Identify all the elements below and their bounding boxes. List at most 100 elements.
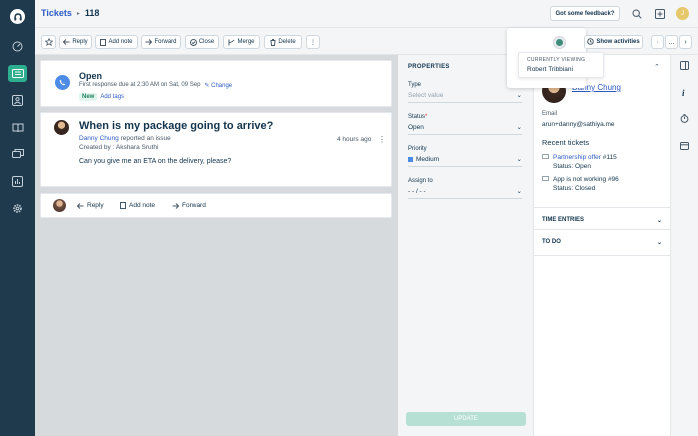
add-note-button[interactable]: Add note	[95, 35, 138, 49]
reply-bar-add-note-button[interactable]: Add note	[120, 202, 155, 209]
knowledge-base-icon[interactable]	[8, 119, 27, 136]
reply-bar-forward-button[interactable]: Forward	[172, 202, 206, 209]
update-button[interactable]: UPDATE	[406, 412, 526, 426]
recent-ticket-title[interactable]: Partnership offer	[553, 154, 601, 161]
properties-panel: PROPERTIES Type Select value ⌄ Status* Op…	[398, 55, 534, 436]
show-activities-button[interactable]: Show activities	[584, 35, 643, 49]
ticket-menu-button[interactable]: …	[665, 35, 678, 49]
check-circle-icon	[189, 38, 197, 46]
todo-section[interactable]: TO DO ⌄	[534, 229, 670, 256]
forward-button[interactable]: Forward	[141, 35, 181, 49]
recent-ticket-id: #96	[607, 176, 619, 183]
reply-icon	[63, 39, 70, 45]
add-note-label: Add note	[108, 39, 133, 45]
time-entries-label: TIME ENTRIES	[542, 217, 585, 223]
due-info: First response due at 2:30 AM on Sat, 09…	[79, 82, 232, 89]
recent-ticket-item[interactable]: Partnership offer #115 Status: Open	[542, 154, 617, 170]
message-body: Can you give me an ETA on the delivery, …	[79, 158, 232, 165]
reported-text: reported an issue	[120, 135, 171, 142]
type-field[interactable]: Type Select value ⌄	[408, 82, 522, 103]
currently-viewing-label: CURRENTLY VIEWING	[527, 57, 586, 63]
requester-avatar	[54, 120, 69, 135]
breadcrumb-tickets-link[interactable]: Tickets	[41, 8, 72, 18]
recent-ticket-item[interactable]: App is not working #96 Status: Closed	[542, 176, 619, 192]
new-item-plus-icon[interactable]	[653, 7, 666, 20]
status-field[interactable]: Status* Open ⌄	[408, 114, 522, 135]
contact-email: arun+danny@sathiya.me	[542, 121, 615, 128]
currently-viewing-popover: CURRENTLY VIEWING Robert Tribbiani	[507, 28, 604, 88]
reply-bar-reply-label: Reply	[87, 202, 104, 209]
collapse-panel-icon[interactable]	[680, 61, 689, 72]
close-label: Close	[198, 39, 215, 45]
ticket-subject: When is my package going to arrive?	[79, 120, 274, 132]
ticket-message-card: When is my package going to arrive? Dann…	[40, 112, 392, 187]
priority-color-square	[408, 156, 413, 162]
feedback-button[interactable]: Got some feedback?	[550, 6, 620, 21]
agent-avatar	[53, 199, 66, 212]
reply-button[interactable]: Reply	[59, 35, 92, 49]
priority-select[interactable]: Medium	[416, 156, 439, 163]
dashboard-icon[interactable]	[8, 38, 27, 55]
breadcrumb-separator: ▸	[76, 10, 80, 17]
email-label: Email	[542, 111, 558, 117]
info-icon[interactable]: i	[682, 88, 685, 98]
collapse-chevron-up-icon[interactable]: ⌃	[654, 63, 660, 71]
assign-field[interactable]: Assign to - - / - - ⌄	[408, 178, 522, 199]
add-tags-link[interactable]: Add tags	[100, 94, 124, 100]
forward-label: Forward	[154, 39, 177, 45]
priority-label: Priority	[408, 146, 427, 152]
priority-field[interactable]: Priority Medium ⌄	[408, 146, 522, 167]
created-by: Created by : Akshara Sruthi	[79, 144, 159, 151]
chevron-down-icon: ⌄	[656, 218, 662, 224]
merge-icon	[228, 39, 235, 46]
timer-icon[interactable]	[680, 114, 689, 125]
phone-icon	[55, 75, 70, 90]
search-icon[interactable]	[630, 7, 643, 20]
conversations-icon[interactable]	[8, 146, 27, 163]
calendar-icon[interactable]	[680, 141, 689, 152]
right-sidebar: i	[670, 55, 698, 436]
user-avatar[interactable]: J	[676, 7, 689, 20]
assign-select[interactable]: - - / - -	[408, 188, 426, 195]
next-ticket-button[interactable]: ›	[679, 35, 692, 49]
merge-label: Merge	[237, 39, 255, 45]
app-logo-icon[interactable]	[10, 9, 25, 24]
note-icon	[100, 38, 107, 46]
type-select[interactable]: Select value	[408, 92, 443, 99]
settings-gear-icon[interactable]	[8, 200, 27, 217]
more-actions-button[interactable]: ⋮	[306, 35, 320, 49]
tags-row: New Add tags	[79, 93, 124, 101]
reply-bar-forward-label: Forward	[182, 202, 206, 209]
viewer-card: CURRENTLY VIEWING Robert Tribbiani	[518, 52, 604, 78]
recent-ticket-status: Status: Closed	[553, 185, 596, 192]
star-button[interactable]	[41, 35, 56, 49]
status-badge: New	[79, 93, 98, 101]
viewer-name: Robert Tribbiani	[527, 66, 573, 73]
delete-button[interactable]: Delete	[264, 35, 302, 49]
previous-ticket-button[interactable]: ‹	[651, 35, 664, 49]
change-due-link[interactable]: ✎ Change	[204, 82, 232, 89]
close-ticket-button[interactable]: Close	[185, 35, 219, 49]
ticket-status-card: Open First response due at 2:30 AM on Sa…	[40, 60, 392, 107]
merge-button[interactable]: Merge	[223, 35, 260, 49]
ticket-icon	[542, 154, 549, 170]
assign-label: Assign to	[408, 178, 433, 184]
status-select[interactable]: Open	[408, 124, 424, 131]
recent-ticket-id: #115	[602, 154, 617, 161]
requester-link[interactable]: Danny Chung	[79, 135, 119, 142]
recent-ticket-status: Status: Open	[553, 163, 591, 170]
tickets-icon[interactable]	[8, 65, 27, 82]
reports-icon[interactable]	[8, 173, 27, 190]
message-more-icon[interactable]: ⋮	[378, 135, 386, 144]
delete-label: Delete	[278, 39, 296, 45]
chevron-down-icon: ⌄	[516, 92, 522, 99]
top-header: Tickets ▸ 118 Got some feedback? J	[35, 0, 698, 28]
properties-title: PROPERTIES	[408, 64, 450, 70]
recent-ticket-title[interactable]: App is not working	[553, 176, 606, 183]
contacts-icon[interactable]	[8, 92, 27, 109]
reply-bar-reply-button[interactable]: Reply	[77, 202, 104, 209]
status-label: Status	[408, 114, 426, 120]
show-activities-label: Show activities	[596, 39, 640, 45]
chevron-down-icon: ⌄	[516, 188, 522, 195]
star-icon	[44, 38, 53, 46]
